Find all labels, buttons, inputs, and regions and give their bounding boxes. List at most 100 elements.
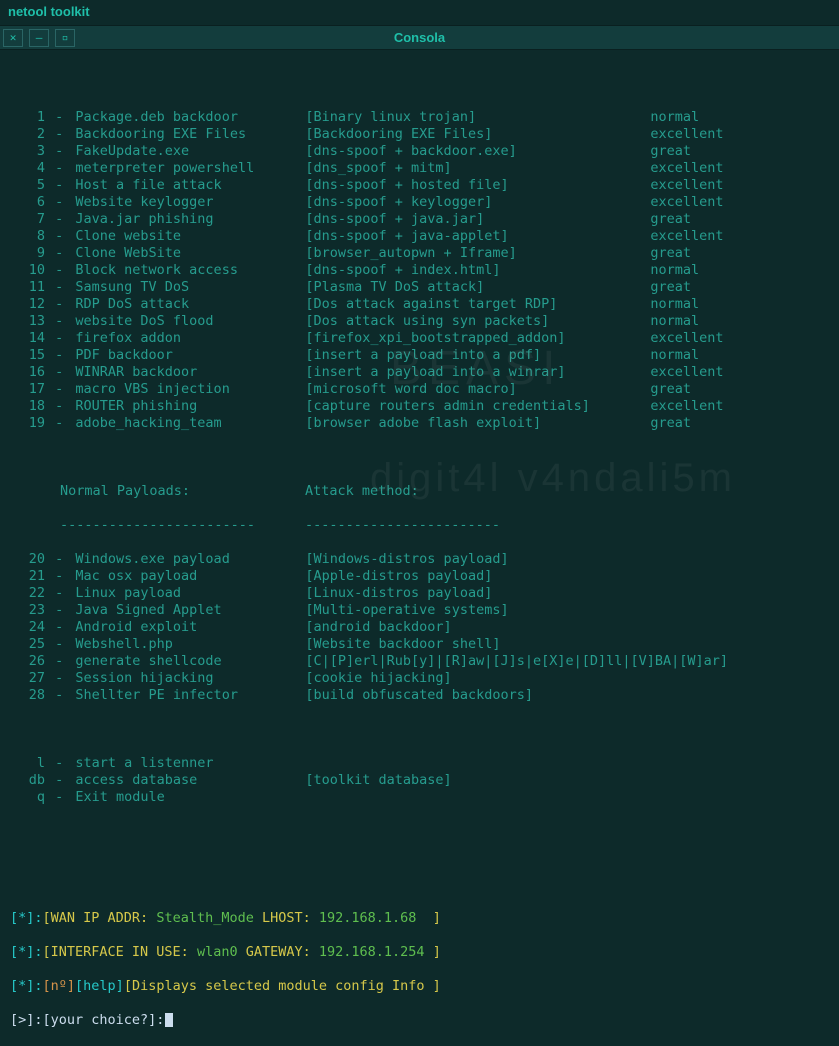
menu-rating: excellent [650,160,723,177]
menu-desc [305,789,650,806]
menu-rating: normal [650,262,699,279]
prompt-line[interactable]: [>]:[your choice?]: [10,1012,829,1029]
menu-item[interactable]: 23 - Java Signed Applet[Multi-operative … [10,602,829,619]
menu-item[interactable]: 27 - Session hijacking[cookie hijacking] [10,670,829,687]
menu-index: 17 [10,381,45,398]
menu-item[interactable]: 10 - Block network access[dns-spoof + in… [10,262,829,279]
menu-index: 27 [10,670,45,687]
menu-desc: [Plasma TV DoS attack] [305,279,650,296]
menu-index: 22 [10,585,45,602]
menu-index: 2 [10,126,45,143]
close-window-button[interactable]: ✕ [3,29,23,47]
terminal-output: BEASI digit4l v4ndali5m 1 - Package.deb … [0,50,839,893]
menu-name: PDF backdoor [75,347,305,364]
menu-desc: [dns_spoof + mitm] [305,160,650,177]
menu-item[interactable]: 5 - Host a file attack[dns-spoof + hoste… [10,177,829,194]
menu-item[interactable]: 21 - Mac osx payload[Apple-distros paylo… [10,568,829,585]
menu-desc: [dns-spoof + java-applet] [305,228,650,245]
menu-name: start a listenner [75,755,305,772]
menu-desc: [firefox_xpi_bootstrapped_addon] [305,330,650,347]
menu-index: 23 [10,602,45,619]
menu-item[interactable]: 1 - Package.deb backdoor[Binary linux tr… [10,109,829,126]
menu-index: 26 [10,653,45,670]
menu-index: 10 [10,262,45,279]
menu-index: 19 [10,415,45,432]
menu-name: RDP DoS attack [75,296,305,313]
menu-item[interactable]: q - Exit module [10,789,829,806]
menu-rating: great [650,415,691,432]
menu-item[interactable]: 8 - Clone website[dns-spoof + java-apple… [10,228,829,245]
menu-desc: [capture routers admin credentials] [305,398,650,415]
menu-item[interactable]: 26 - generate shellcode[C|[P]erl|Rub[y]|… [10,653,829,670]
menu-item[interactable]: 7 - Java.jar phishing[dns-spoof + java.j… [10,211,829,228]
menu-item[interactable]: l - start a listenner [10,755,829,772]
status-wan: [*]:[WAN IP ADDR: Stealth_Mode LHOST: 19… [10,910,829,927]
window-titlebar: netool toolkit [0,0,839,26]
menu-name: Package.deb backdoor [75,109,305,126]
menu-rating: great [650,245,691,262]
menu-name: ROUTER phishing [75,398,305,415]
menu-rating: excellent [650,126,723,143]
menu-name: WINRAR backdoor [75,364,305,381]
menu-desc: [Binary linux trojan] [305,109,650,126]
menu-item[interactable]: db - access database[toolkit database] [10,772,829,789]
menu-desc: [Dos attack using syn packets] [305,313,650,330]
menu-item[interactable]: 16 - WINRAR backdoor[insert a payload in… [10,364,829,381]
menu-name: Shellter PE infector [75,687,305,704]
menu-item[interactable]: 25 - Webshell.php[Website backdoor shell… [10,636,829,653]
menu-rating: great [650,381,691,398]
menu-index: db [10,772,45,789]
menu-name: access database [75,772,305,789]
menu-name: Session hijacking [75,670,305,687]
menu-name: Java Signed Applet [75,602,305,619]
maximize-window-button[interactable]: ▫ [55,29,75,47]
menu-name: meterpreter powershell [75,160,305,177]
menu-rating: normal [650,347,699,364]
menu-desc: [Website backdoor shell] [305,636,650,653]
menu-desc: [Windows-distros payload] [305,551,650,568]
menu-item[interactable]: 18 - ROUTER phishing[capture routers adm… [10,398,829,415]
menu-item[interactable]: 15 - PDF backdoor[insert a payload into … [10,347,829,364]
menu-desc: [Multi-operative systems] [305,602,650,619]
menu-index: q [10,789,45,806]
menu-item[interactable]: 2 - Backdooring EXE Files[Backdooring EX… [10,126,829,143]
menu-index: 24 [10,619,45,636]
menu-name: Website keylogger [75,194,305,211]
menu-item[interactable]: 24 - Android exploit[android backdoor] [10,619,829,636]
menu-item[interactable]: 22 - Linux payload[Linux-distros payload… [10,585,829,602]
menu-desc: [C|[P]erl|Rub[y]|[R]aw|[J]s|e[X]e|[D]ll|… [305,653,650,670]
menu-name: Host a file attack [75,177,305,194]
menu-rating: excellent [650,364,723,381]
menu-item[interactable]: 14 - firefox addon[firefox_xpi_bootstrap… [10,330,829,347]
menu-item[interactable]: 11 - Samsung TV DoS[Plasma TV DoS attack… [10,279,829,296]
menu-index: 6 [10,194,45,211]
menu-name: firefox addon [75,330,305,347]
menu-item[interactable]: 13 - website DoS flood[Dos attack using … [10,313,829,330]
menu-desc: [dns-spoof + java.jar] [305,211,650,228]
menu-index: 28 [10,687,45,704]
menu-item[interactable]: 6 - Website keylogger[dns-spoof + keylog… [10,194,829,211]
menu-desc: [Linux-distros payload] [305,585,650,602]
menu-item[interactable]: 17 - macro VBS injection[microsoft word … [10,381,829,398]
menu-rating: excellent [650,228,723,245]
menu-rating: excellent [650,194,723,211]
tab-title: Consola [0,30,839,45]
menu-item[interactable]: 9 - Clone WebSite[browser_autopwn + Ifra… [10,245,829,262]
menu-item[interactable]: 28 - Shellter PE infector[build obfuscat… [10,687,829,704]
divider: ------------------------ [60,517,305,534]
menu-index: 5 [10,177,45,194]
menu-name: Backdooring EXE Files [75,126,305,143]
menu-item[interactable]: 12 - RDP DoS attack[Dos attack against t… [10,296,829,313]
menu-item[interactable]: 20 - Windows.exe payload[Windows-distros… [10,551,829,568]
menu-desc: [dns-spoof + hosted file] [305,177,650,194]
menu-item[interactable]: 4 - meterpreter powershell[dns_spoof + m… [10,160,829,177]
menu-desc: [Dos attack against target RDP] [305,296,650,313]
menu-name: Android exploit [75,619,305,636]
menu-item[interactable]: 3 - FakeUpdate.exe[dns-spoof + backdoor.… [10,143,829,160]
menu-index: 20 [10,551,45,568]
menu-rating: excellent [650,177,723,194]
minimize-window-button[interactable]: – [29,29,49,47]
menu-item[interactable]: 19 - adobe_hacking_team[browser adobe fl… [10,415,829,432]
menu-desc: [insert a payload into a pdf] [305,347,650,364]
toolbar: ✕ – ▫ Consola [0,26,839,50]
